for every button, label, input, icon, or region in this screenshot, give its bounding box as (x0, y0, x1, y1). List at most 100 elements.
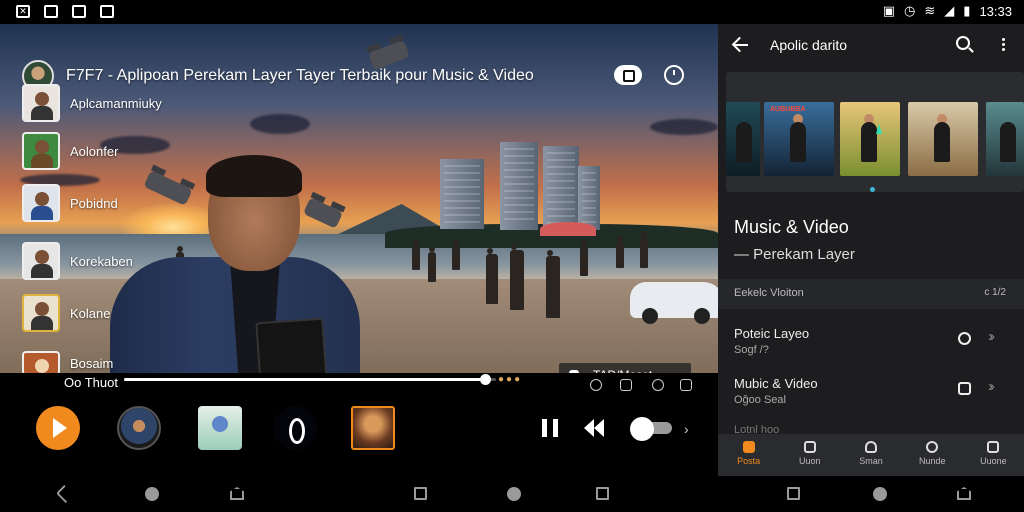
beach-person (412, 240, 420, 270)
lock-icon: ▣ (882, 3, 896, 18)
library-icon (803, 441, 816, 453)
list-item[interactable]: Korekaben (22, 242, 133, 280)
info-button[interactable] (664, 65, 684, 85)
thumbnail (22, 184, 60, 222)
system-home-icon[interactable] (873, 487, 887, 501)
list-item[interactable]: Aplcamanmiuky (22, 84, 162, 122)
settings-icon (987, 441, 1000, 453)
nav-label: Uuon (799, 456, 821, 466)
meta-row[interactable]: Eekelc Vloiton c 1/2 (718, 279, 1024, 309)
poster-card[interactable] (986, 102, 1024, 176)
notification-icons: ✕ (16, 5, 114, 18)
list-row[interactable]: Mubic & Video Oğoo Seal ›› (718, 370, 1024, 416)
building (440, 159, 484, 229)
system-recents-icon[interactable] (230, 487, 244, 500)
list-item-label: Aolonfer (70, 143, 119, 159)
list-item[interactable]: Pobidnd (22, 184, 118, 222)
seek-progress (124, 378, 485, 381)
profile-icon (926, 441, 939, 453)
play-button[interactable] (36, 406, 80, 450)
row-subtitle: Oğoo Seal (734, 394, 786, 406)
seek-dots-icon: ●●● (498, 374, 523, 385)
white-car (630, 282, 718, 324)
poster-card[interactable] (908, 102, 978, 176)
system-square-icon[interactable] (414, 487, 427, 500)
nav-label: Sman (859, 456, 883, 466)
carousel-indicator (870, 187, 875, 192)
list-item[interactable]: Kolane (22, 294, 110, 332)
image-icon (100, 5, 114, 18)
poster-card[interactable]: AUBUBBA (764, 102, 834, 176)
section-title: Music & Video (734, 217, 849, 237)
rewind-button[interactable] (584, 419, 606, 437)
player-controls: Oo Thuot ●●● › (0, 373, 718, 476)
seek-handle[interactable] (479, 374, 491, 385)
nav-item-explore[interactable]: Sman (840, 434, 901, 476)
pause-button[interactable] (542, 419, 558, 437)
home-icon (742, 441, 755, 453)
list-item[interactable]: Aolonfer (22, 132, 118, 170)
list-row[interactable]: Poteic Layeo Sogf /? ›› (718, 320, 1024, 366)
poster-caption: AUBUBBA (770, 106, 806, 113)
beach-person (616, 236, 624, 268)
poster-carousel[interactable]: AUBUBBA (726, 72, 1024, 192)
meta-count: c 1/2 (984, 287, 1006, 298)
row-title: Mubic & Video (734, 376, 818, 391)
system-home-icon[interactable] (145, 487, 159, 501)
chevron-double-right-icon[interactable]: ›› (988, 328, 995, 345)
clock: 13:33 (979, 3, 1012, 19)
back-arrow-icon[interactable] (732, 36, 750, 54)
system-recents-icon[interactable] (957, 487, 971, 500)
nav-item-settings[interactable]: Uuone (963, 434, 1024, 476)
nav-item-library[interactable]: Uuon (779, 434, 840, 476)
poster-card[interactable] (840, 102, 900, 176)
beach-person (510, 244, 524, 310)
nav-item-profile[interactable]: Nunde (902, 434, 963, 476)
thumbnail (22, 132, 60, 170)
seek-bar[interactable] (124, 374, 496, 385)
screen-icon[interactable] (680, 379, 692, 391)
more-vert-icon[interactable] (1002, 38, 1005, 41)
poster-card[interactable] (726, 102, 760, 176)
queue-thumb-1[interactable] (117, 406, 161, 450)
share-icon[interactable] (620, 379, 632, 391)
video-title: F7F7 - Aplipoan Perekam Layer Tayer Terb… (66, 67, 534, 84)
nav-item-home[interactable]: Posta (718, 434, 779, 476)
alarm-icon: ◷ (904, 3, 916, 18)
building (500, 142, 538, 230)
autoplay-toggle[interactable] (630, 417, 672, 441)
nav-label: Nunde (918, 456, 946, 466)
replay-icon[interactable] (590, 379, 602, 391)
queue-thumb-4[interactable] (351, 406, 395, 450)
system-home-icon[interactable] (507, 487, 521, 501)
search-icon[interactable] (956, 36, 970, 50)
building (543, 146, 579, 230)
cloud (650, 119, 718, 135)
section-subtitle: — Perekam Layer (734, 246, 855, 263)
system-indicators: ▣ ◷ ≋ ◢ ▮ 13:33 (883, 3, 1012, 19)
list-item-label: Bosaim (70, 355, 114, 371)
list-item[interactable]: Bosaim (22, 351, 113, 375)
photo-icon (72, 5, 86, 18)
system-back-icon[interactable] (55, 484, 75, 504)
beach-person (580, 240, 588, 276)
captions-button[interactable] (614, 65, 642, 85)
system-square-icon[interactable] (596, 487, 609, 500)
nav-label: Posta (737, 456, 761, 466)
status-bar: ✕ ▣ ◷ ≋ ◢ ▮ 13:33 (0, 0, 1024, 24)
chevron-double-right-icon[interactable]: ›› (988, 378, 995, 395)
row-title: Poteic Layeo (734, 326, 810, 341)
timer-icon[interactable] (652, 379, 664, 391)
x-app-icon: ✕ (16, 5, 30, 18)
system-square-icon[interactable] (787, 487, 800, 500)
thumbnail (22, 84, 60, 122)
sync-icon[interactable] (958, 332, 971, 345)
explore-icon (865, 441, 877, 453)
document-icon[interactable] (958, 382, 971, 395)
toggle-knob (630, 417, 654, 441)
list-item-label: Kolane (70, 305, 111, 321)
chevron-right-icon[interactable]: › (684, 421, 689, 437)
queue-thumb-3[interactable] (273, 406, 317, 450)
queue-thumb-2[interactable] (198, 406, 242, 450)
battery-icon: ▮ (963, 3, 971, 18)
